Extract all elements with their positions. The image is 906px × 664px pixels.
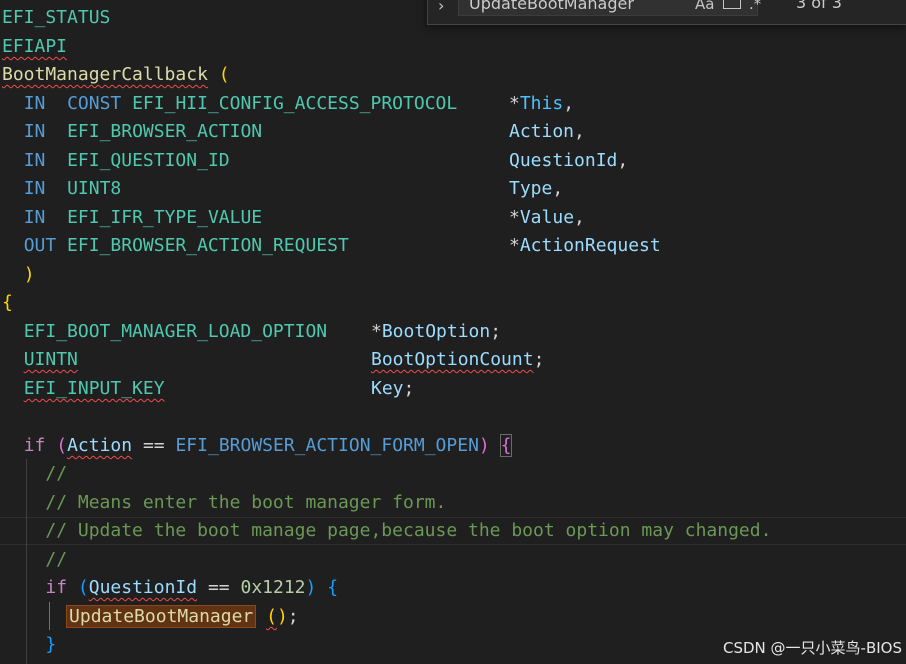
param-direction: IN bbox=[23, 93, 46, 114]
code-line: if (Action == EFI_BROWSER_ACTION_FORM_OP… bbox=[23, 434, 513, 457]
code-line: // bbox=[2, 460, 67, 489]
var-name: BootOptionCount bbox=[371, 349, 534, 370]
condition-variable: QuestionId bbox=[88, 577, 198, 598]
code-line: } bbox=[45, 634, 57, 655]
comment: // bbox=[45, 463, 68, 484]
pointer-star: * bbox=[371, 321, 382, 342]
condition-variable: Action bbox=[67, 435, 133, 456]
condition-constant: EFI_BROWSER_ACTION_FORM_OPEN bbox=[175, 435, 479, 456]
code-line: // bbox=[2, 546, 67, 575]
param-name: Type bbox=[509, 178, 553, 199]
if-keyword: if bbox=[45, 577, 68, 598]
comment: // bbox=[45, 549, 68, 570]
var-type: EFI_BOOT_MANAGER_LOAD_OPTION bbox=[23, 321, 328, 342]
calling-convention-macro: EFIAPI bbox=[2, 36, 68, 57]
var-name: BootOption bbox=[381, 321, 491, 342]
find-widget[interactable]: › UpdateBootManager Aa .* 3 of 3 bbox=[427, 0, 906, 25]
regex-icon[interactable]: .* bbox=[749, 0, 761, 13]
var-name: Key bbox=[371, 378, 404, 399]
pointer-star: * bbox=[509, 93, 520, 114]
param-name: Action bbox=[509, 121, 575, 142]
code-line: EFI_BOOT_MANAGER_LOAD_OPTION *BootOption; bbox=[23, 321, 502, 342]
param-name: This bbox=[519, 93, 564, 114]
watermark: CSDN @一只小菜鸟-BIOS bbox=[723, 639, 902, 657]
param-type: EFI_HII_CONFIG_ACCESS_PROTOCOL bbox=[132, 93, 458, 114]
var-type: EFI_INPUT_KEY bbox=[23, 378, 165, 399]
code-line: IN CONST EFI_HII_CONFIG_ACCESS_PROTOCOL *… bbox=[23, 93, 575, 114]
param-name: ActionRequest bbox=[519, 235, 661, 256]
code-line: BootManagerCallback ( bbox=[2, 64, 230, 85]
var-type: UINTN bbox=[23, 349, 78, 370]
code-line: if (QuestionId == 0x1212) { bbox=[45, 577, 339, 598]
const-keyword: CONST bbox=[67, 93, 122, 114]
code-editor[interactable]: EFI_STATUS EFIAPI BootManagerCallback ( … bbox=[0, 0, 906, 664]
find-match-highlight: UpdateBootManager bbox=[66, 605, 257, 628]
operator: == bbox=[142, 435, 165, 456]
param-direction: OUT bbox=[23, 235, 57, 256]
pointer-star: * bbox=[509, 207, 520, 228]
param-direction: IN bbox=[23, 121, 46, 142]
code-line: EFI_INPUT_KEY Key; bbox=[23, 378, 415, 399]
whole-word-icon[interactable] bbox=[721, 0, 741, 11]
code-line: IN EFI_IFR_TYPE_VALUE *Value, bbox=[23, 207, 585, 228]
param-name: Value bbox=[519, 207, 575, 228]
function-name: BootManagerCallback bbox=[2, 64, 208, 85]
code-line: IN EFI_BROWSER_ACTION Action, bbox=[23, 121, 585, 142]
param-type: EFI_QUESTION_ID bbox=[67, 150, 230, 171]
code-line: ) bbox=[23, 264, 35, 285]
param-type: EFI_IFR_TYPE_VALUE bbox=[67, 207, 263, 228]
match-count: 3 of 3 bbox=[796, 0, 842, 12]
chevron-right-icon[interactable]: › bbox=[438, 0, 444, 15]
param-type: EFI_BROWSER_ACTION_REQUEST bbox=[67, 235, 349, 256]
comment: // Means enter the boot manager form. bbox=[45, 492, 447, 513]
param-direction: IN bbox=[23, 207, 46, 228]
if-keyword: if bbox=[23, 435, 46, 456]
code-line: OUT EFI_BROWSER_ACTION_REQUEST *ActionReq… bbox=[2, 232, 661, 261]
code-line: EFIAPI bbox=[2, 33, 67, 62]
code-line: EFI_STATUS bbox=[2, 4, 110, 33]
comment: // Update the boot manage page,because t… bbox=[45, 520, 772, 541]
code-line: { bbox=[2, 292, 13, 313]
param-direction: IN bbox=[23, 178, 46, 199]
param-name: QuestionId bbox=[509, 150, 618, 171]
operator: == bbox=[207, 577, 230, 598]
code-line: // Means enter the boot manager form. bbox=[2, 489, 446, 518]
return-type: EFI_STATUS bbox=[2, 7, 111, 28]
find-input[interactable]: UpdateBootManager Aa .* bbox=[458, 0, 761, 16]
code-line: IN EFI_QUESTION_ID QuestionId, bbox=[23, 150, 629, 171]
match-case-icon[interactable]: Aa bbox=[695, 0, 714, 13]
code-line: // Update the boot manage page,because t… bbox=[2, 517, 771, 546]
code-line: UpdateBootManager (); bbox=[66, 605, 299, 628]
param-type: UINT8 bbox=[67, 178, 122, 199]
number-literal: 0x1212 bbox=[240, 577, 306, 598]
find-input-value[interactable]: UpdateBootManager bbox=[469, 0, 634, 13]
code-line: IN UINT8 Type, bbox=[23, 178, 564, 199]
param-type: EFI_BROWSER_ACTION bbox=[67, 121, 263, 142]
pointer-star: * bbox=[509, 235, 520, 256]
param-direction: IN bbox=[23, 150, 46, 171]
code-line: UINTN BootOptionCount; bbox=[23, 349, 545, 370]
